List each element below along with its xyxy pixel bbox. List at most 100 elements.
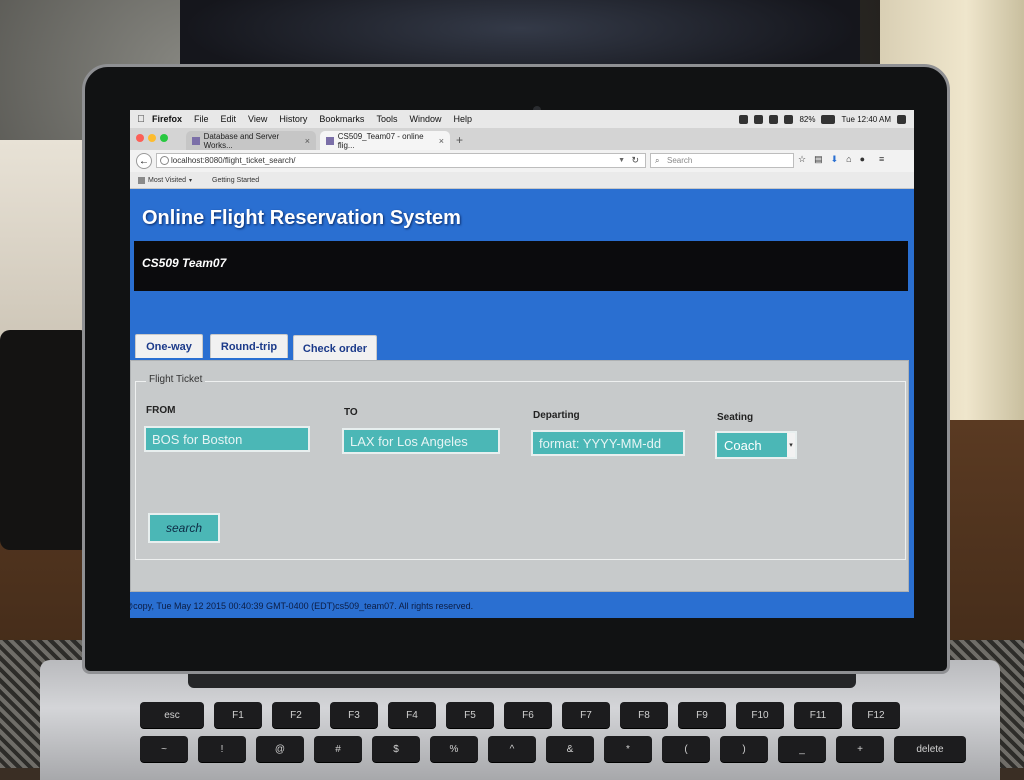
battery-percent[interactable]: 82% [799,115,815,124]
close-tab-icon[interactable]: × [439,136,444,146]
seating-select[interactable]: Coach ▾ [715,431,797,459]
keyboard-key: F8 [620,702,668,728]
tab-label: CS509_Team07 - online flig... [337,131,424,150]
seating-value: Coach [724,437,762,453]
close-tab-icon[interactable]: × [305,136,310,146]
keyboard-key: F5 [446,702,494,728]
bookmark-getting-started[interactable]: Getting Started [212,177,259,184]
status-area: 82% Tue 12:40 AM [739,114,914,124]
page-footer: @copy, Tue May 12 2015 00:40:39 GMT-0400… [130,601,474,611]
search-button[interactable]: search [148,513,220,543]
bookmark-folder-icon [138,176,145,184]
status-icon[interactable] [754,114,764,124]
bookmark-star-icon[interactable]: ☆ [798,154,806,165]
menu-help[interactable]: Help [453,114,472,124]
keyboard-key: ( [662,736,710,762]
nav-bar: ← localhost:8080/flight_ticket_search/ ▼… [130,150,914,172]
keyboard-key: % [430,736,478,762]
keyboard-key: F10 [736,702,784,728]
keyboard-key: $ [372,736,420,762]
home-icon[interactable]: ⌂ [846,154,851,165]
keyboard-number-row: ~! @ # $% ^ & * () _ + delete [140,736,966,762]
screen:  Firefox File Edit View History Bookmar… [130,110,914,618]
minimize-window-icon[interactable] [148,134,156,142]
to-label: TO [344,407,358,418]
browser-tab-database[interactable]: Database and Server Works... × [186,131,316,150]
new-tab-icon[interactable]: + [456,133,463,147]
browser-tab-active[interactable]: CS509_Team07 - online flig... × [320,131,450,150]
close-window-icon[interactable] [136,134,144,142]
keyboard-key: F9 [678,702,726,728]
keyboard-key: ! [198,736,246,762]
menu-view[interactable]: View [248,114,267,124]
keyboard-key: F2 [272,702,320,728]
toolbar-icons: ☆ ▤ ⬇ ⌂ ● ≡ [798,154,884,165]
menu-app[interactable]: Firefox [152,114,182,124]
menu-bookmarks[interactable]: Bookmarks [319,114,364,124]
keyboard-key: ^ [488,736,536,762]
download-icon[interactable]: ⬇ [831,154,839,165]
keyboard-key: F11 [794,702,842,728]
hamburger-menu-icon[interactable]: ≡ [879,154,884,165]
globe-icon [160,156,169,165]
mac-menubar:  Firefox File Edit View History Bookmar… [130,110,914,128]
chevron-down-icon[interactable]: ▼ [618,157,625,164]
fieldset-legend: Flight Ticket [146,374,206,385]
menu-history[interactable]: History [279,114,307,124]
status-icon[interactable] [739,114,749,124]
keyboard-key: + [836,736,884,762]
chevron-down-icon[interactable]: ▾ [787,433,795,457]
from-input[interactable] [144,426,310,452]
keyboard-key: F7 [562,702,610,728]
keyboard-key: F12 [852,702,900,728]
back-arrow-icon[interactable]: ← [136,153,152,169]
keyboard-key: F6 [504,702,552,728]
wifi-icon[interactable] [784,114,794,124]
search-panel: Flight Ticket FROM TO Departing Seating … [130,360,909,592]
keyboard-function-row: esc F1 F2 F3 F4 F5 F6 F7 F8 F9 F10 F11 F12 [140,702,900,728]
status-icon[interactable] [769,114,779,124]
keyboard-key: * [604,736,652,762]
search-placeholder: Search [667,156,693,165]
from-label: FROM [146,405,176,416]
chevron-down-icon: ▾ [189,177,193,184]
team-banner: CS509 Team07 [134,241,908,291]
maximize-window-icon[interactable] [160,134,168,142]
keyboard-key: delete [894,736,966,762]
apple-icon[interactable]:  [130,114,152,125]
clock[interactable]: Tue 12:40 AM [841,115,891,124]
keyboard-key: _ [778,736,826,762]
battery-icon[interactable] [821,114,836,124]
tab-round-trip[interactable]: Round-trip [210,334,288,358]
pocket-icon[interactable]: ● [860,154,865,165]
menu-file[interactable]: File [194,114,209,124]
tab-favicon-icon [326,136,334,145]
keyboard-key: @ [256,736,304,762]
window-controls [136,134,168,142]
search-icon: ⌕ [655,155,660,165]
url-bar[interactable]: localhost:8080/flight_ticket_search/ ▼ ↻ [156,153,646,168]
departing-date-input[interactable] [531,430,685,456]
notification-center-icon[interactable] [897,114,906,124]
menu-tools[interactable]: Tools [376,114,397,124]
keyboard-key: F1 [214,702,262,728]
tab-bar: Database and Server Works... × CS509_Tea… [130,128,914,150]
tab-check-order[interactable]: Check order [293,335,377,362]
seating-label: Seating [717,412,754,423]
keyboard-key: esc [140,702,204,728]
keyboard-key: # [314,736,362,762]
tab-label: Database and Server Works... [203,131,280,150]
tab-one-way[interactable]: One-way [135,334,203,358]
page-title: Online Flight Reservation System [142,207,461,229]
reload-icon[interactable]: ↻ [631,155,639,166]
bookmark-label: Getting Started [212,176,260,184]
departing-label: Departing [533,410,580,421]
bookmark-most-visited[interactable]: Most Visited ▾ [138,176,193,184]
keyboard-key: ) [720,736,768,762]
to-input[interactable] [342,428,500,454]
search-bar[interactable]: ⌕ Search [650,153,794,168]
menu-window[interactable]: Window [409,114,441,124]
keyboard-key: F3 [330,702,378,728]
menu-edit[interactable]: Edit [221,114,237,124]
reading-list-icon[interactable]: ▤ [814,154,823,165]
